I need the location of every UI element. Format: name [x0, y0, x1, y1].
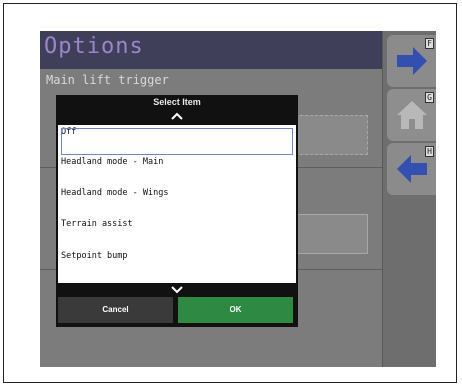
ok-button[interactable]: OK — [178, 297, 293, 323]
softkey-forward-button[interactable]: F — [387, 35, 436, 87]
screenshot-frame: Options Main lift trigger F G H Select I… — [3, 3, 457, 383]
item-list: Off Headland mode - Main Headland mode -… — [58, 125, 296, 283]
option-label-main-lift-trigger: Main lift trigger — [46, 73, 169, 87]
list-item[interactable]: Off — [58, 125, 296, 155]
list-item[interactable]: Terrain assist — [58, 217, 296, 243]
select-item-dialog: Select Item Off Headland mode - Main Hea… — [56, 95, 298, 327]
list-item[interactable]: Headland mode - Wings — [58, 186, 296, 212]
title-bar: Options — [40, 31, 382, 69]
cancel-button[interactable]: Cancel — [58, 297, 173, 323]
list-item[interactable]: Headland mode - Main — [58, 155, 296, 181]
dialog-title: Select Item — [153, 97, 201, 107]
softkey-letter: F — [425, 38, 434, 49]
softkey-letter: G — [425, 92, 434, 103]
scroll-down-button[interactable] — [56, 284, 298, 298]
selection-highlight — [61, 128, 293, 155]
softkey-back-button[interactable]: H — [387, 143, 436, 195]
softkey-sidebar: F G H — [382, 31, 436, 367]
list-item[interactable]: Setpoint bump — [58, 249, 296, 275]
softkey-letter: H — [425, 146, 434, 157]
scroll-up-button[interactable] — [56, 110, 298, 124]
page-title: Options — [44, 34, 144, 59]
options-screen: Options Main lift trigger F G H Select I… — [40, 31, 436, 367]
softkey-home-button[interactable]: G — [387, 89, 436, 141]
chevron-up-icon — [171, 112, 183, 120]
chevron-down-icon — [171, 286, 183, 294]
